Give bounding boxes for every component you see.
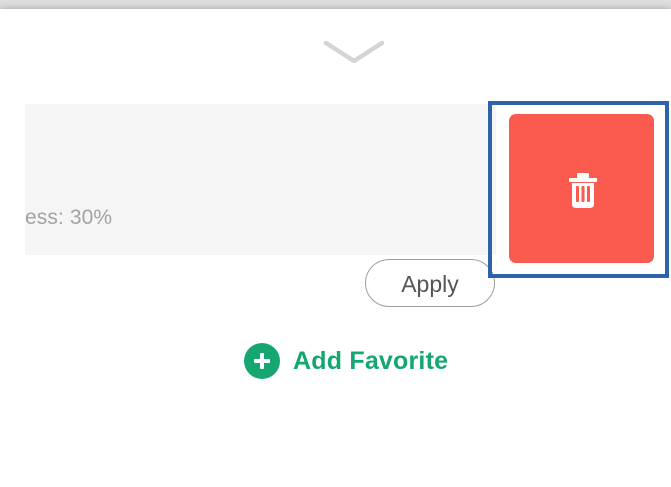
favorites-panel: ess: 30% Apply Add Favorite xyxy=(0,9,671,487)
add-favorite-label: Add Favorite xyxy=(293,346,449,375)
chevron-down-icon[interactable] xyxy=(322,37,386,69)
screen: ess: 30% Apply Add Favorite xyxy=(0,0,671,487)
trash-icon xyxy=(567,173,599,210)
plus-circle-icon xyxy=(244,343,280,379)
favorite-item-row: ess: 30% Apply xyxy=(25,104,496,307)
favorite-item-text: ess: 30% xyxy=(25,206,113,229)
add-favorite-button[interactable]: Add Favorite xyxy=(244,340,448,382)
delete-button[interactable] xyxy=(509,114,654,263)
apply-button[interactable]: Apply xyxy=(365,259,495,307)
